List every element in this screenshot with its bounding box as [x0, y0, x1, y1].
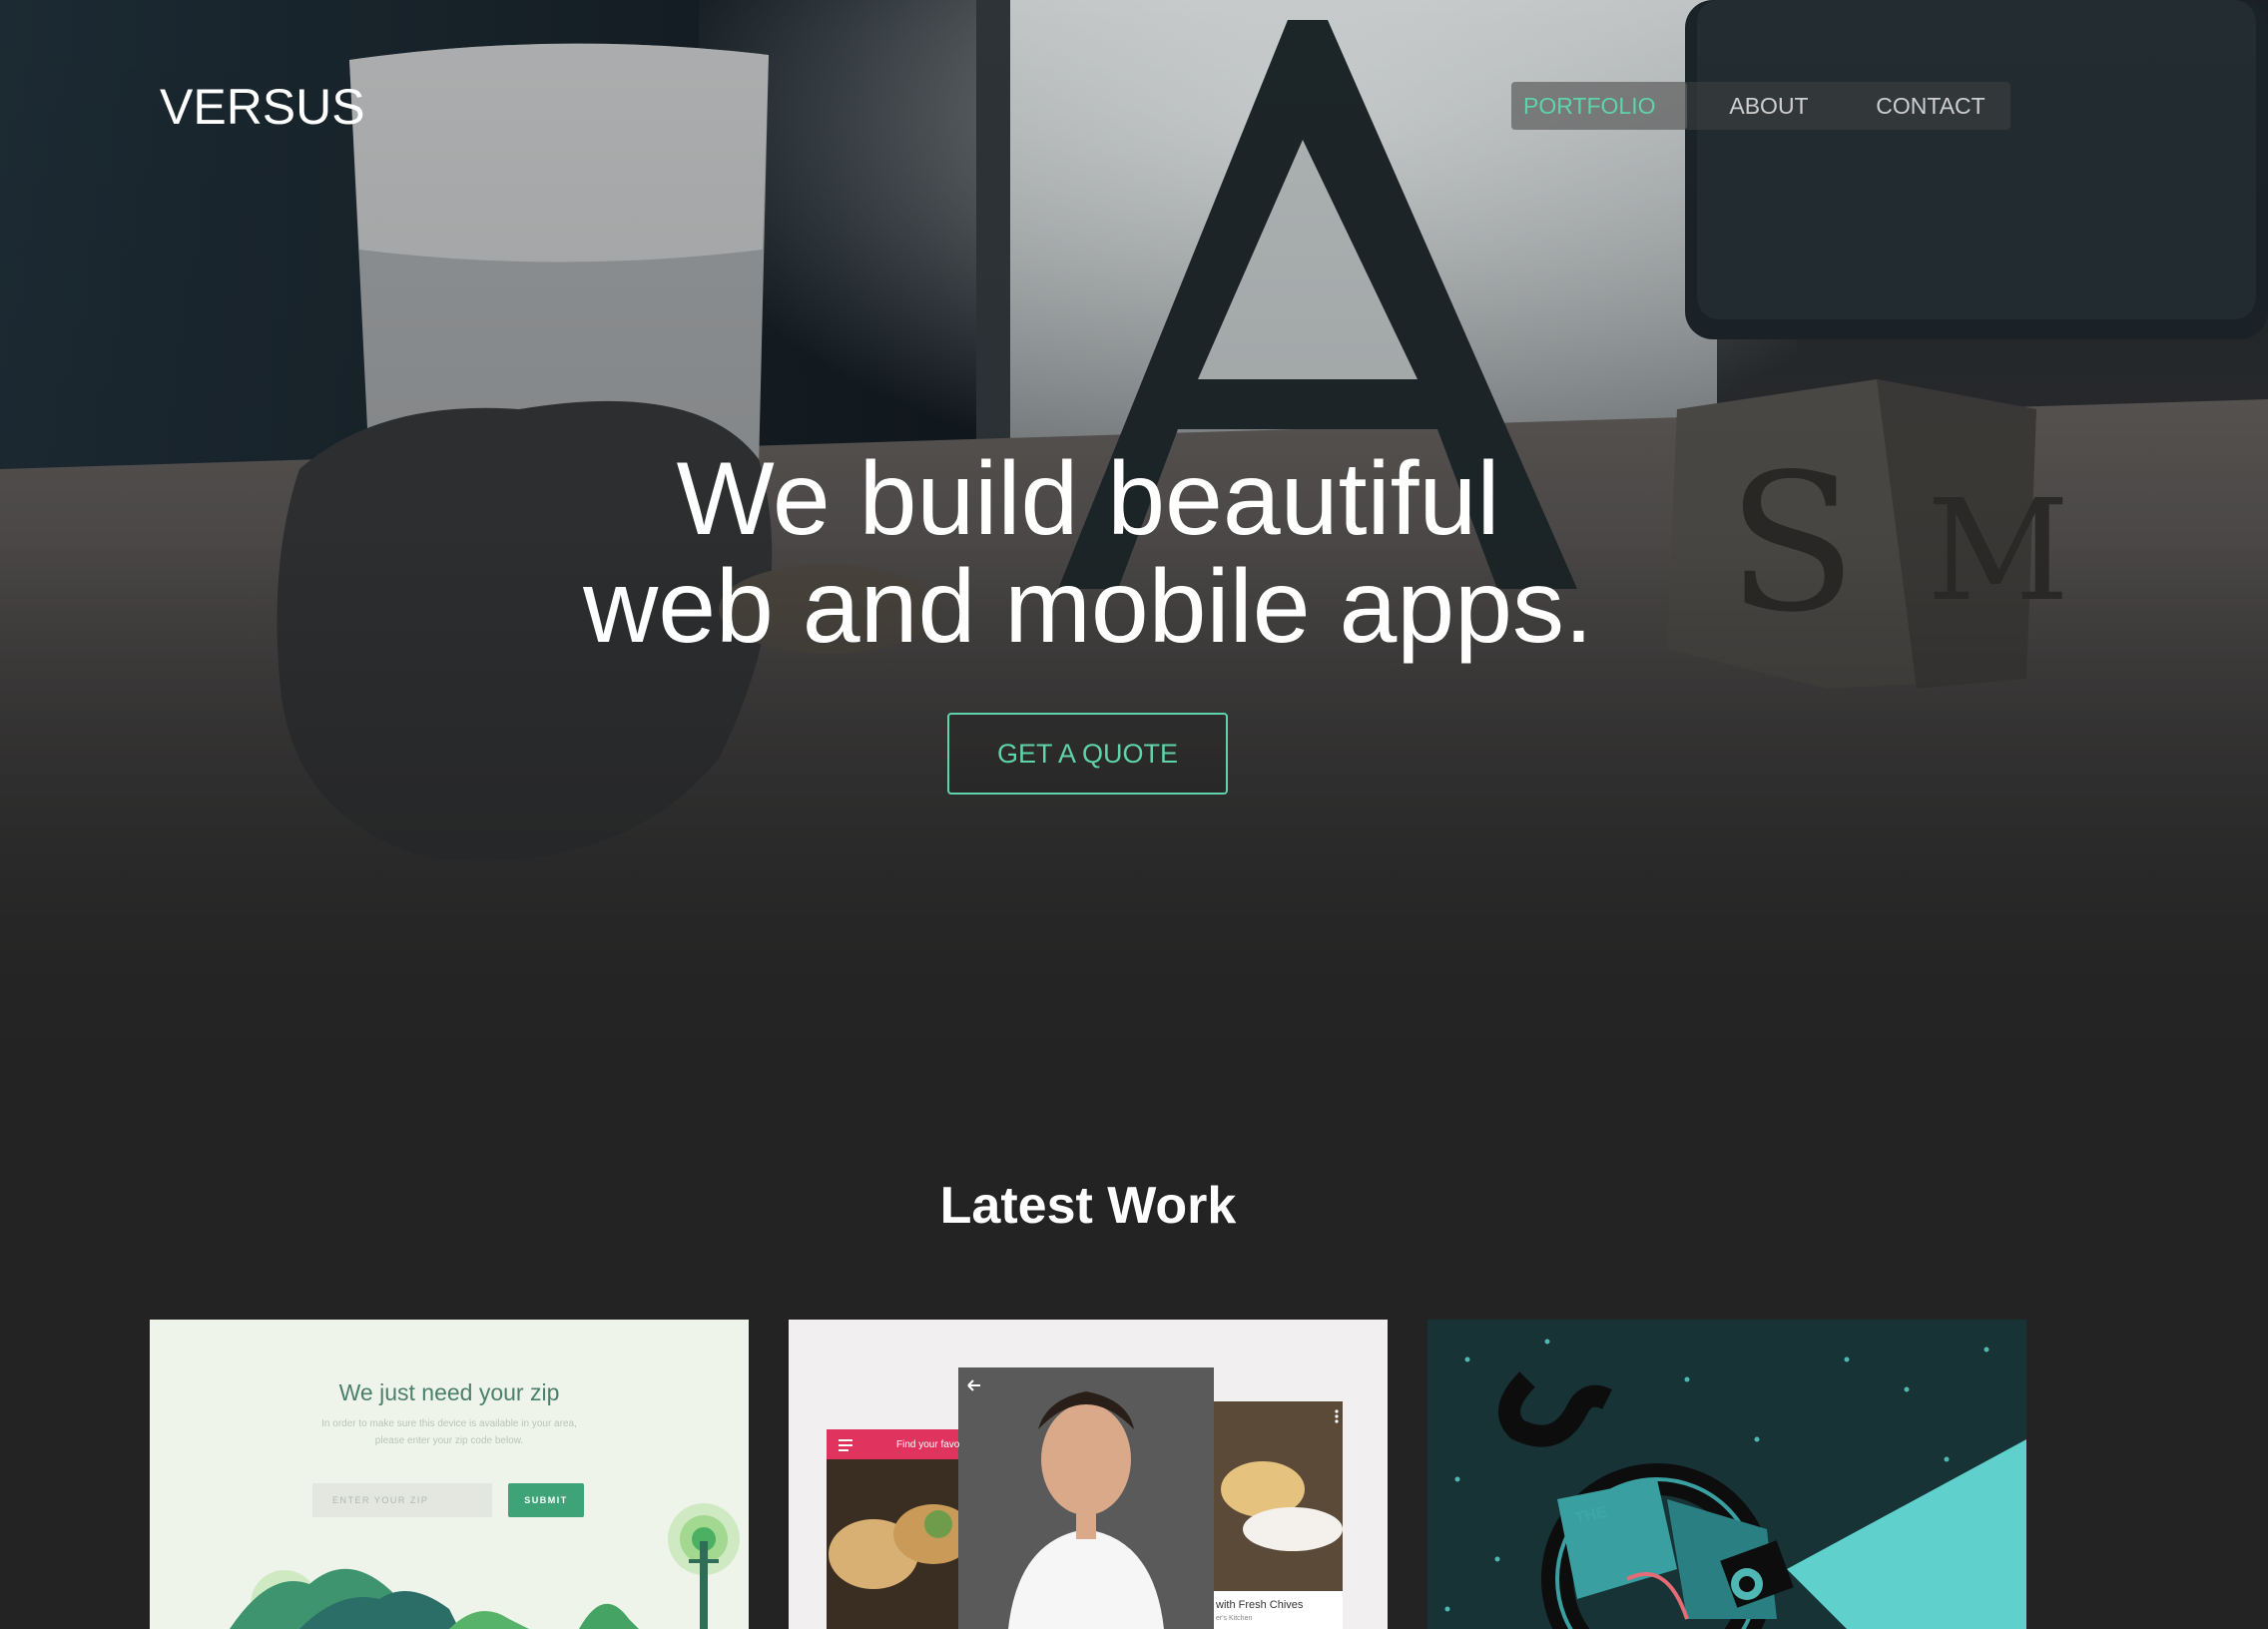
hero-headline-line-2: web and mobile apps.: [583, 549, 1593, 665]
card-zip-subtext-line-1: In order to make sure this device is ava…: [321, 1418, 577, 1429]
chef-app-mockup: [827, 1367, 1343, 1629]
portfolio-card-chef[interactable]: Find your favo with Fresh Chives er's Ki…: [789, 1320, 1388, 1629]
zip-input[interactable]: ENTER YOUR ZIP: [312, 1483, 492, 1517]
latest-work-title: Latest Work: [939, 1177, 1237, 1235]
card-chef-find-label: Find your favo: [896, 1439, 960, 1450]
nav-item-contact[interactable]: CONTACT: [1851, 82, 2010, 130]
nav-item-about[interactable]: ABOUT: [1687, 82, 1851, 130]
hero-headline-line-1: We build beautiful: [676, 441, 1500, 557]
hero-section: S M VERSUS PORTFOLIO ABOUT CONTACT We bu…: [0, 0, 2268, 1078]
brand-logo[interactable]: VERSUS: [160, 78, 365, 136]
card-chef-caption-sub: er's Kitchen: [1216, 1615, 1253, 1622]
card-zip-heading: We just need your zip: [338, 1379, 560, 1405]
get-a-quote-button[interactable]: GET A QUOTE: [947, 713, 1228, 795]
nav-item-portfolio[interactable]: PORTFOLIO: [1511, 82, 1687, 130]
card-chef-caption: with Fresh Chives: [1216, 1599, 1304, 1611]
hero-headline: We build beautiful web and mobile apps.: [0, 445, 2176, 661]
more-vert-icon: [1335, 1409, 1339, 1423]
zip-submit-button[interactable]: SUBMIT: [508, 1483, 584, 1517]
page: S M VERSUS PORTFOLIO ABOUT CONTACT We bu…: [0, 0, 2268, 1629]
space-robot-illustration: [1444, 1339, 2026, 1629]
main-nav: PORTFOLIO ABOUT CONTACT: [1511, 82, 2010, 130]
portfolio-card-robot[interactable]: THE: [1427, 1320, 2026, 1629]
landscape-illustration: [230, 1503, 740, 1629]
card-zip-subtext: In order to make sure this device is ava…: [299, 1415, 599, 1449]
card-zip-subtext-line-2: please enter your zip code below.: [374, 1435, 524, 1446]
portfolio-card-zip[interactable]: We just need your zip In order to make s…: [150, 1320, 749, 1629]
